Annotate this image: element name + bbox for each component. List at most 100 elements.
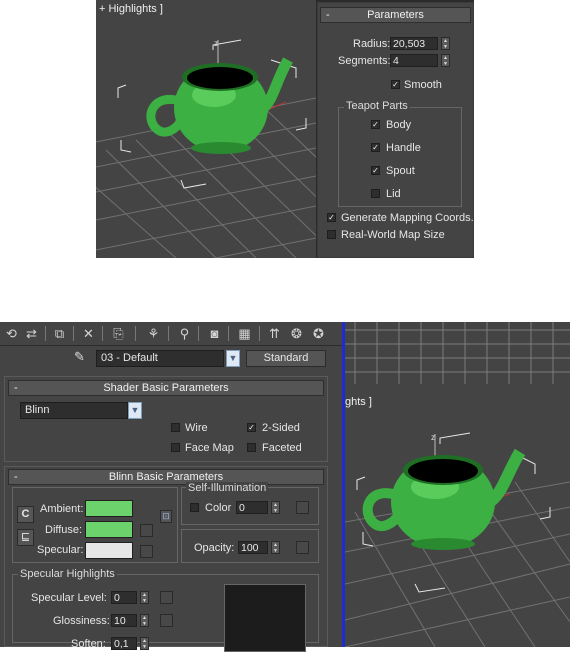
- spout-label: Spout: [386, 165, 415, 177]
- opacity-field[interactable]: 100: [238, 541, 268, 554]
- get-material-icon[interactable]: ⟲: [3, 325, 20, 342]
- segments-spinner[interactable]: [441, 54, 450, 67]
- material-type-button[interactable]: Standard: [246, 350, 326, 367]
- self-illum-field[interactable]: 0: [236, 501, 268, 514]
- radius-field[interactable]: 20,503: [390, 37, 438, 50]
- specular-highlights-label: Specular Highlights: [18, 568, 117, 580]
- soften-spinner[interactable]: [140, 637, 149, 650]
- toolbar-divider: [135, 326, 136, 341]
- radius-spinner[interactable]: [441, 37, 450, 50]
- faceted-label: Faceted: [262, 442, 302, 454]
- ambient-label: Ambient:: [40, 503, 84, 515]
- self-illum-spinner[interactable]: [271, 501, 280, 514]
- soften-field[interactable]: 0,1: [111, 637, 137, 650]
- viewport-grid: z: [345, 322, 570, 647]
- toolbar-divider: [198, 326, 199, 341]
- toolbar-divider: [45, 326, 46, 341]
- specular-level-label: Specular Level:: [31, 592, 107, 604]
- material-panel: ✎ 03 - Default ▼ Standard - Shader Basic…: [0, 346, 342, 652]
- self-illum-map-button[interactable]: [296, 501, 309, 514]
- command-panel-parameters: - Parameters Radius: 20,503 Segments: 4 …: [317, 2, 474, 258]
- blinn-basic-header[interactable]: - Blinn Basic Parameters: [8, 469, 324, 485]
- put-to-library-icon[interactable]: ⚘: [145, 325, 162, 342]
- pick-material-icon[interactable]: ✪: [310, 325, 327, 342]
- toolbar-divider: [228, 326, 229, 341]
- glossiness-field[interactable]: 10: [111, 614, 137, 627]
- assign-material-icon[interactable]: ⧉: [51, 325, 68, 342]
- wire-checkbox[interactable]: [171, 423, 180, 432]
- lock-ambient-diffuse-button[interactable]: C: [17, 506, 34, 523]
- face-map-label: Face Map: [185, 442, 234, 454]
- toolbar-divider: [259, 326, 260, 341]
- diffuse-map-button[interactable]: [140, 524, 153, 537]
- specular-level-map-button[interactable]: [160, 591, 173, 604]
- wire-label: Wire: [185, 422, 208, 434]
- body-label: Body: [386, 119, 412, 131]
- real-world-map-label: Real-World Map Size: [341, 229, 445, 241]
- spout-checkbox[interactable]: ✓: [371, 166, 380, 175]
- smooth-label: Smooth: [404, 79, 442, 91]
- two-sided-label: 2-Sided: [262, 422, 300, 434]
- teapot-parts-label: Teapot Parts: [344, 100, 410, 112]
- show-end-result-icon[interactable]: ▦: [236, 325, 253, 342]
- perspective-viewport-right[interactable]: z ghts ]: [345, 322, 570, 647]
- two-sided-checkbox[interactable]: ✓: [247, 423, 256, 432]
- segments-field[interactable]: 4: [390, 54, 438, 67]
- radius-label: Radius:: [353, 38, 391, 50]
- soften-label: Soften:: [71, 638, 106, 650]
- parameters-rollout-header[interactable]: - Parameters: [320, 7, 471, 23]
- handle-label: Handle: [386, 142, 421, 154]
- collapse-icon[interactable]: -: [326, 8, 330, 22]
- lock-icon[interactable]: ⊡: [160, 510, 172, 523]
- glossiness-label: Glossiness:: [53, 615, 110, 627]
- generate-mapping-checkbox[interactable]: ✓: [327, 213, 336, 222]
- self-illumination-label: Self-Illumination: [186, 482, 269, 494]
- perspective-viewport[interactable]: z + Highlights ]: [96, 0, 316, 258]
- toolbar-divider: [102, 326, 103, 341]
- diffuse-color-swatch[interactable]: [85, 521, 133, 538]
- rollout-title: Shader Basic Parameters: [103, 382, 229, 394]
- toolbar-divider: [168, 326, 169, 341]
- shader-dropdown-arrow[interactable]: ▼: [128, 402, 142, 419]
- real-world-map-checkbox[interactable]: [327, 230, 336, 239]
- opacity-map-button[interactable]: [296, 541, 309, 554]
- shader-type-dropdown[interactable]: Blinn: [20, 402, 128, 419]
- specular-map-button[interactable]: [140, 545, 153, 558]
- generate-mapping-label: Generate Mapping Coords.: [341, 212, 474, 224]
- smooth-checkbox[interactable]: ✓: [391, 80, 400, 89]
- material-name-field[interactable]: 03 - Default: [96, 350, 224, 367]
- opacity-spinner[interactable]: [271, 541, 280, 554]
- self-illum-color-label: Color: [205, 502, 232, 514]
- lid-checkbox[interactable]: [371, 189, 380, 198]
- make-unique-icon[interactable]: ⎘: [110, 325, 127, 342]
- viewport-label[interactable]: ghts ]: [345, 396, 372, 408]
- lock-diffuse-specular-icon[interactable]: ⊑: [17, 529, 34, 546]
- put-to-scene-icon[interactable]: ⇄: [23, 325, 40, 342]
- opacity-label: Opacity:: [194, 542, 235, 554]
- specular-color-swatch[interactable]: [85, 542, 133, 559]
- eyedropper-icon[interactable]: ✎: [74, 349, 85, 365]
- go-to-parent-icon[interactable]: ⇈: [266, 325, 283, 342]
- go-forward-sibling-icon[interactable]: ❂: [288, 325, 305, 342]
- glossiness-map-button[interactable]: [160, 614, 173, 627]
- faceted-checkbox[interactable]: [247, 443, 256, 452]
- specular-level-field[interactable]: 0: [111, 591, 137, 604]
- glossiness-spinner[interactable]: [140, 614, 149, 627]
- viewport-label[interactable]: + Highlights ]: [99, 3, 163, 15]
- show-map-icon[interactable]: ◙: [206, 325, 223, 342]
- collapse-icon[interactable]: -: [14, 470, 18, 484]
- shader-basic-header[interactable]: - Shader Basic Parameters: [8, 380, 324, 396]
- specular-level-spinner[interactable]: [140, 591, 149, 604]
- material-id-icon[interactable]: ⚲: [176, 325, 193, 342]
- specular-label: Specular:: [37, 544, 84, 556]
- face-map-checkbox[interactable]: [171, 443, 180, 452]
- self-illum-color-checkbox[interactable]: [190, 503, 199, 512]
- body-checkbox[interactable]: ✓: [371, 120, 380, 129]
- reset-map-icon[interactable]: ✕: [80, 325, 97, 342]
- material-name-dropdown-arrow[interactable]: ▼: [226, 350, 240, 367]
- handle-checkbox[interactable]: ✓: [371, 143, 380, 152]
- ambient-color-swatch[interactable]: [85, 500, 133, 517]
- toolbar-divider: [73, 326, 74, 341]
- collapse-icon[interactable]: -: [14, 381, 18, 395]
- diffuse-label: Diffuse:: [45, 524, 83, 536]
